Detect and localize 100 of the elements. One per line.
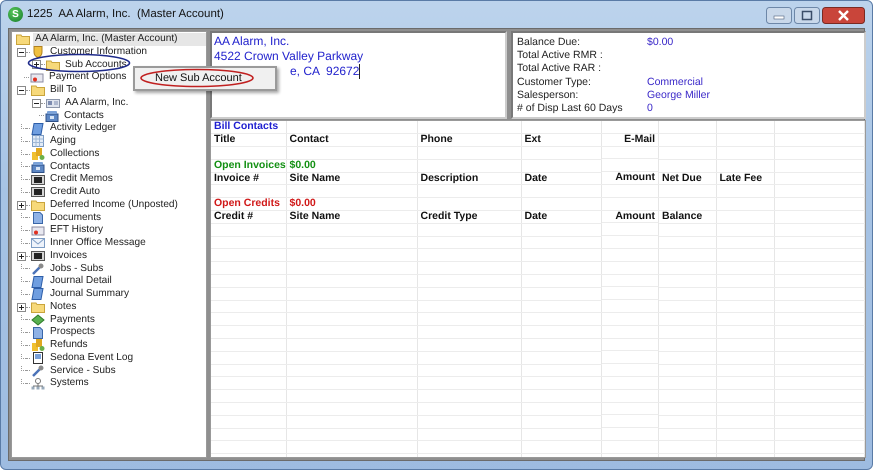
- summary-label: Customer Type:: [517, 76, 592, 88]
- ledger-icon: [31, 276, 45, 288]
- tree-item[interactable]: Contacts: [62, 110, 106, 122]
- summary-label: Total Active RAR :: [517, 62, 602, 74]
- network-icon: [31, 378, 45, 390]
- tree-item[interactable]: Activity Ledger: [48, 122, 118, 135]
- tree-item[interactable]: Refunds: [48, 339, 90, 352]
- phone-icon: [45, 110, 59, 122]
- folder-icon: [46, 58, 60, 71]
- column-header: Date: [524, 210, 548, 222]
- tree-item[interactable]: Payment Options: [47, 71, 128, 84]
- column-header: Amount: [614, 210, 655, 222]
- phone-icon: [31, 160, 45, 173]
- tree-item[interactable]: Bill To: [48, 84, 79, 97]
- ledger-icon: [31, 288, 45, 300]
- section-total: $0.00: [290, 159, 316, 171]
- column-header: Phone: [420, 134, 453, 146]
- tree-item[interactable]: Service - Subs: [48, 364, 118, 378]
- tree-item[interactable]: Journal Summary: [48, 288, 132, 301]
- address-line: 4522 Crown Valley Parkway: [214, 49, 364, 64]
- card-icon: [30, 72, 44, 84]
- book-icon: [31, 352, 45, 364]
- tree-item[interactable]: Inner Office Message: [48, 237, 148, 250]
- envelope-icon: [31, 237, 45, 250]
- tree-item[interactable]: Contacts: [48, 160, 92, 174]
- summary-value: $0.00: [647, 36, 674, 48]
- collapse-icon[interactable]: [17, 48, 26, 57]
- summary-label: Total Active RMR :: [517, 48, 604, 61]
- tree-item[interactable]: Prospects: [48, 326, 97, 339]
- collapse-icon[interactable]: [32, 98, 41, 108]
- summary-label: Balance Due:: [517, 36, 582, 48]
- tree-item[interactable]: Credit Auto: [48, 186, 102, 199]
- folder-icon: [31, 84, 45, 96]
- section-title: Bill Contacts: [214, 121, 278, 132]
- column-header: Late Fee: [720, 172, 762, 184]
- minimize-button[interactable]: [766, 7, 792, 24]
- expand-icon[interactable]: [17, 302, 26, 312]
- column-header: Balance: [662, 210, 702, 222]
- summary-label: # of Disp Last 60 Days: [517, 102, 624, 114]
- summary-value: George Miller: [647, 88, 710, 101]
- column-header: Title: [214, 134, 236, 146]
- window-title: 1225 AA Alarm, Inc. (Master Account): [27, 8, 225, 20]
- ledger-icon: [31, 122, 45, 135]
- column-header: Credit #: [214, 210, 254, 222]
- table-icon: [31, 135, 45, 148]
- close-button[interactable]: [822, 7, 865, 24]
- section-total: $0.00: [290, 198, 316, 210]
- folder-icon: [31, 199, 45, 212]
- summary-value: 0: [647, 102, 653, 114]
- wrench-icon: [31, 364, 45, 377]
- expand-icon[interactable]: [17, 252, 26, 261]
- summary-label: Salesperson:: [517, 88, 580, 101]
- money-icon: [31, 314, 45, 326]
- section-title: Open Credits: [214, 198, 280, 210]
- tree-item[interactable]: Invoices: [48, 250, 90, 262]
- tree-item[interactable]: EFT History: [48, 224, 106, 237]
- column-header: Credit Type: [420, 210, 478, 222]
- column-header: Site Name: [290, 210, 340, 222]
- document-icon: [31, 326, 45, 339]
- tree-item[interactable]: Aging: [48, 135, 78, 148]
- collapse-icon[interactable]: [17, 86, 26, 95]
- report-icon: [31, 174, 45, 186]
- tree-item[interactable]: Deferred Income (Unposted): [48, 198, 180, 212]
- maximize-button[interactable]: [794, 7, 820, 24]
- address-line: AA Alarm, Inc.: [214, 34, 290, 49]
- tree-item[interactable]: Notes: [48, 300, 78, 314]
- id-card-icon: [46, 97, 60, 110]
- report-icon: [31, 186, 45, 198]
- column-header: Site Name: [290, 172, 340, 184]
- folder-icon: [31, 301, 45, 314]
- column-header: Description: [420, 172, 478, 184]
- column-header: Net Due: [662, 172, 702, 184]
- column-header: Invoice #: [214, 172, 259, 184]
- tree-item[interactable]: Jobs - Subs: [48, 262, 106, 276]
- tree-item[interactable]: Sedona Event Log: [48, 352, 136, 364]
- tree-item[interactable]: Payments: [48, 314, 97, 326]
- column-header: Date: [524, 172, 548, 184]
- tree-item[interactable]: Documents: [48, 212, 104, 224]
- section-title: Open Invoices: [214, 159, 285, 171]
- column-header: Ext: [524, 134, 541, 146]
- tree-item[interactable]: Journal Detail: [48, 275, 114, 288]
- coins-icon: [31, 148, 45, 160]
- card-icon: [31, 224, 45, 237]
- coins-icon: [31, 339, 45, 352]
- tree-item[interactable]: AA Alarm, Inc.: [63, 96, 130, 110]
- tree-item[interactable]: Systems: [48, 377, 91, 390]
- tree-item[interactable]: Collections: [48, 148, 102, 160]
- tree-item[interactable]: Credit Memos: [48, 173, 115, 186]
- app-logo: S: [8, 6, 23, 22]
- column-header: E-Mail: [623, 134, 655, 146]
- tree-item[interactable]: AA Alarm, Inc. (Master Account): [33, 33, 206, 46]
- folder-icon: [16, 33, 30, 46]
- shield-icon: [31, 46, 45, 58]
- column-header: Amount: [614, 172, 655, 184]
- summary-value: Commercial: [647, 76, 704, 88]
- report-icon: [31, 250, 45, 262]
- document-icon: [31, 212, 45, 224]
- column-header: Contact: [290, 134, 329, 146]
- expand-icon[interactable]: [17, 200, 26, 210]
- wrench-icon: [31, 262, 45, 275]
